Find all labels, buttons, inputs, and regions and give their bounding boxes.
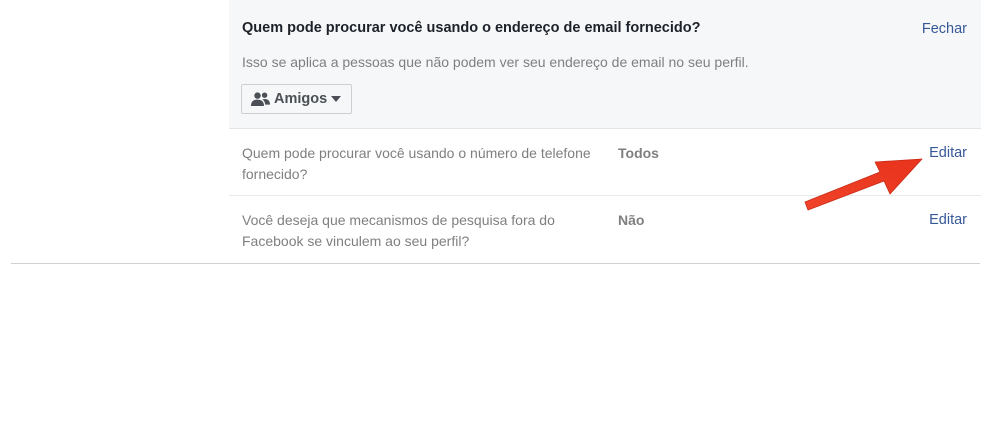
email-lookup-description: Isso se aplica a pessoas que não podem v…	[242, 54, 749, 70]
phone-lookup-question: Quem pode procurar você usando o número …	[242, 145, 591, 182]
phone-lookup-row: Quem pode procurar você usando o número …	[229, 129, 981, 196]
close-link[interactable]: Fechar	[922, 21, 967, 37]
section-divider	[11, 263, 980, 264]
chevron-down-icon	[331, 96, 342, 102]
friends-icon	[251, 92, 270, 106]
phone-lookup-value: Todos	[618, 145, 659, 161]
phone-lookup-edit-link[interactable]: Editar	[929, 143, 967, 164]
search-engine-value: Não	[618, 212, 645, 228]
email-lookup-section: Quem pode procurar você usando o endereç…	[229, 0, 981, 129]
privacy-settings-panel: Quem pode procurar você usando o endereç…	[229, 0, 981, 262]
search-engine-row: Você deseja que mecanismos de pesquisa f…	[229, 196, 981, 262]
search-engine-edit-link[interactable]: Editar	[929, 210, 967, 231]
search-engine-question: Você deseja que mecanismos de pesquisa f…	[242, 212, 555, 249]
audience-selector-button[interactable]: Amigos	[241, 84, 353, 114]
audience-selected-label: Amigos	[274, 91, 328, 107]
email-lookup-question: Quem pode procurar você usando o endereç…	[242, 20, 701, 36]
